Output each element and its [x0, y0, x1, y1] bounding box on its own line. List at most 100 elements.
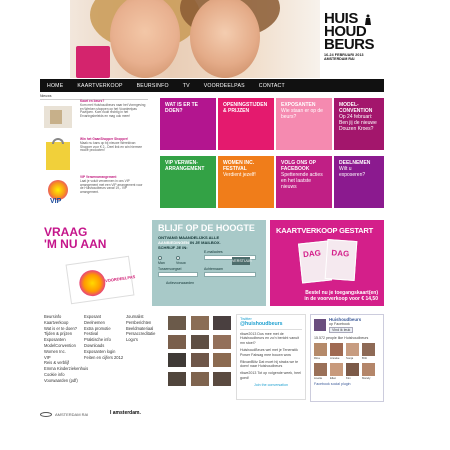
- promo-kaartverkoop[interactable]: KAARTVERKOOP GESTART DAG DAG Bestel nu j…: [270, 220, 384, 306]
- ticket-text: DAG: [331, 248, 350, 259]
- twitter-handle[interactable]: @huishoudbeurs: [240, 321, 302, 327]
- newsletter-title: BLIJF OP DE HOOGTE: [158, 223, 255, 233]
- gallery-photo[interactable]: [168, 316, 186, 330]
- fan-name[interactable]: Anneke: [330, 356, 343, 360]
- news-thumb-shopper-bag: [40, 138, 76, 172]
- news-thumb-shopping: [40, 100, 76, 134]
- gallery-photo[interactable]: [168, 353, 186, 367]
- gallery-photo[interactable]: [190, 316, 209, 330]
- ticket-image: DAG: [324, 239, 358, 281]
- fan-avatar[interactable]: [346, 363, 359, 376]
- gallery-photo[interactable]: [168, 371, 186, 386]
- fan-name[interactable]: Ellen: [330, 376, 343, 380]
- promo-voordeelpas[interactable]: VRAAG 'M NU AAN VOORDEELPAS: [40, 220, 148, 306]
- fan-avatar[interactable]: [362, 343, 375, 356]
- rai-label: AMSTERDAM RAI: [55, 412, 89, 417]
- tweet[interactable]: HuishoudBeurs wel met je Tenenstik Power…: [240, 348, 302, 358]
- label-vrouw: Vrouw: [176, 261, 186, 265]
- footer-link[interactable]: Logo's: [126, 337, 155, 343]
- hero-woman-right: [190, 0, 260, 78]
- gallery-photo[interactable]: [213, 334, 232, 349]
- gallery-photo[interactable]: [190, 353, 209, 367]
- nav-contact[interactable]: CONTACT: [252, 83, 292, 89]
- huishoudbeurs-avatar[interactable]: [314, 319, 326, 331]
- email-label: E-mailadres: [204, 250, 223, 254]
- news-body: Laat je voluit verwennen in ons VIP arra…: [80, 178, 143, 195]
- gallery-photo[interactable]: [190, 334, 209, 349]
- tile-sub: Wie staan er op de beurs?: [281, 108, 323, 120]
- news-item[interactable]: VIP VIP Verwenarrangement Laat je voluit…: [40, 175, 148, 212]
- achternaam-field[interactable]: [204, 272, 256, 277]
- footer-link[interactable]: Voorwaarden (pdf): [44, 378, 88, 384]
- footer-col-journalist: Journalist Persberichten Beeldmateriaal …: [126, 314, 155, 343]
- news-item[interactable]: Win het GaanShopper Shopper! Maak nu kan…: [40, 137, 148, 174]
- fan-avatar[interactable]: [314, 343, 327, 356]
- tile-wat-is-er-te-doen[interactable]: WAT IS ER TE DOEN?: [160, 98, 216, 150]
- fan-name[interactable]: Mandy: [362, 376, 375, 380]
- news-column: Nieuws Kaart en beurs? Kom met Huishoudb…: [40, 94, 148, 214]
- tile-women-inc[interactable]: WOMEN INC. FESTIVAL Verdient jezelf!: [218, 156, 274, 208]
- nav-kaartverkoop[interactable]: KAARTVERKOOP: [70, 83, 129, 89]
- fan-name[interactable]: Kim: [346, 376, 359, 380]
- send-button[interactable]: VERSTUUR: [232, 257, 252, 265]
- logo-venue: AMSTERDAM RAI: [324, 57, 355, 61]
- fan-name[interactable]: Lisette: [314, 376, 327, 380]
- tweet[interactable]: RikvanBlitz Dat moet hij straks we te do…: [240, 360, 302, 370]
- tile-title: MODEL-CONVENTION: [339, 102, 373, 114]
- fb-like-count: 15.572 people like Huishoudbeurs: [314, 336, 369, 340]
- fan-avatar[interactable]: [346, 343, 359, 356]
- tile-title: WAT IS ER TE DOEN?: [165, 102, 198, 114]
- fan-avatar[interactable]: [330, 343, 343, 356]
- footer-link[interactable]: Feiten en cijfers 2012: [84, 355, 123, 361]
- fan-name[interactable]: Rina: [314, 356, 327, 360]
- tile-facebook[interactable]: VOLG ONS OP FACEBOOK Spetterende acties …: [276, 156, 332, 208]
- news-body: Maak nu kans op bij nieuwe Wereldvan Sho…: [80, 140, 143, 153]
- tile-sub: Op 24 februari: Ben jij de nieuwe Douzen…: [339, 114, 377, 132]
- tile-deelnemen[interactable]: DEELNEMEN Wilt u exposeren?: [334, 156, 384, 208]
- tweet[interactable]: rikwe2013 Tot op volgende week, heel goe…: [240, 371, 302, 381]
- newsletter-sub-2: IN JE MAILBOX.: [188, 240, 221, 245]
- rai-icon: [40, 412, 52, 417]
- fan-avatar[interactable]: [330, 363, 343, 376]
- tile-model-convention[interactable]: MODEL-CONVENTION Op 24 februari: Ben jij…: [334, 98, 384, 150]
- fan-avatar[interactable]: [314, 363, 327, 376]
- tile-openingstijden[interactable]: OPENINGSTIJDEN & PRIJZEN: [218, 98, 274, 150]
- gallery-photo[interactable]: [213, 316, 232, 330]
- nav-tv[interactable]: TV: [176, 83, 197, 89]
- gallery-photo[interactable]: [213, 371, 232, 386]
- tile-title: VOLG ONS OP FACEBOOK: [281, 160, 316, 172]
- tussenvoegsel-field[interactable]: [158, 272, 198, 277]
- nav-beursinfo[interactable]: BEURSINFO: [130, 83, 176, 89]
- main-nav: HOME KAARTVERKOOP BEURSINFO TV VOORDEELP…: [40, 79, 384, 92]
- news-thumb-vip: VIP: [40, 176, 76, 210]
- logo-line-3: BEURS: [324, 36, 375, 53]
- radio-man[interactable]: [158, 256, 162, 260]
- rai-logo[interactable]: AMSTERDAM RAI: [40, 412, 88, 417]
- fan-name[interactable]: Britt: [362, 356, 375, 360]
- actievoorwaarden-link[interactable]: Actievoorwaarden: [166, 281, 194, 285]
- radio-vrouw[interactable]: [176, 256, 180, 260]
- tile-vip-arrangement[interactable]: VIP VERWEN-ARRANGEMENT: [160, 156, 216, 208]
- tile-exposanten[interactable]: EXPOSANTEN Wie staan er op de beurs?: [276, 98, 332, 150]
- fan-avatar[interactable]: [362, 363, 375, 376]
- woman-silhouette-icon: [365, 14, 371, 25]
- nav-voordeelpas[interactable]: VOORDEELPAS: [197, 83, 252, 89]
- voordeelpas-card: VOORDEELPAS: [65, 255, 136, 305]
- hero-banner-image[interactable]: [70, 0, 320, 78]
- news-item[interactable]: Kaart en beurs? Kom met Huishoudbeurs na…: [40, 99, 148, 136]
- gallery-photo[interactable]: [213, 353, 232, 367]
- gallery-photo[interactable]: [190, 371, 209, 386]
- tweet[interactable]: rikwe2013 Dus mee met de Huishoudbeurs e…: [240, 332, 302, 346]
- join-conversation-link[interactable]: Join the conversation: [240, 383, 302, 388]
- footer-link[interactable]: Persberichten: [126, 320, 155, 326]
- facebook-widget: Huishoudbeurs op Facebook Vind ik leuk 1…: [310, 314, 384, 402]
- fan-name[interactable]: Sonja: [346, 356, 359, 360]
- nav-home[interactable]: HOME: [40, 83, 70, 89]
- tile-sub: Verdient jezelf!: [223, 172, 256, 178]
- gallery-photo[interactable]: [168, 334, 186, 349]
- twitter-widget: Twitter @huishoudbeurs rikwe2013 Dus mee…: [236, 314, 306, 400]
- huishoudbeurs-logo[interactable]: HUIS HOUD BEURS 16-24 FEBRUARI 2013 AMST…: [324, 11, 384, 72]
- i-amsterdam-logo[interactable]: I amsterdam.: [110, 410, 141, 416]
- footer-col-beursinfo: Beursinfo Kaartverkoop Wat is er te doen…: [44, 314, 88, 384]
- fb-like-button[interactable]: Vind ik leuk: [329, 327, 354, 333]
